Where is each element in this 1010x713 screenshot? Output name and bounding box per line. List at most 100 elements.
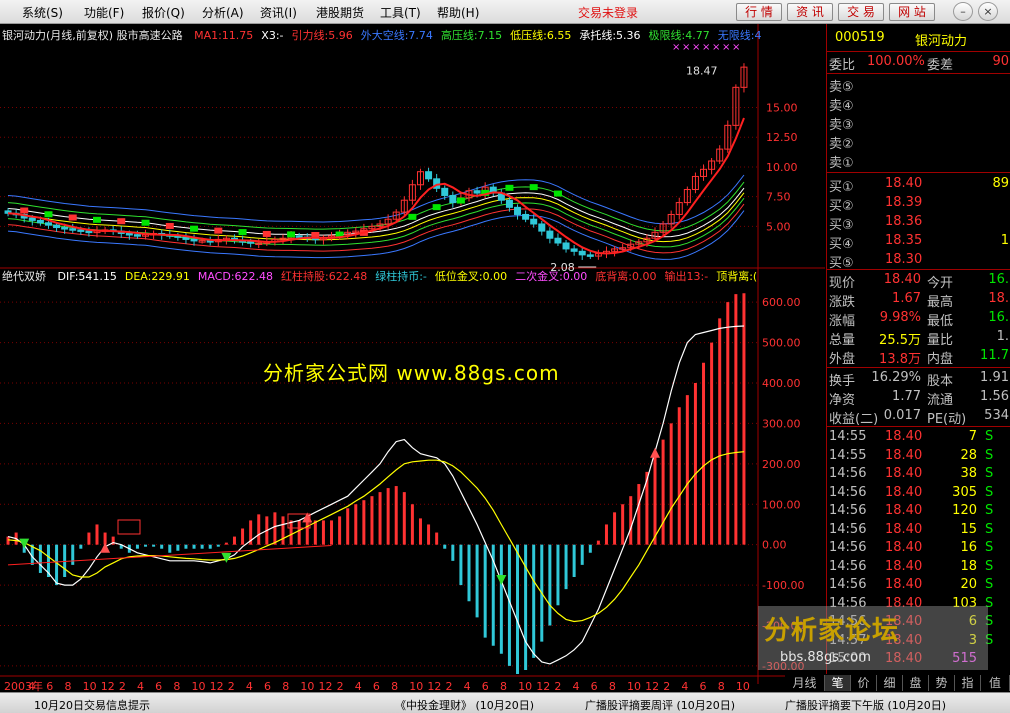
tick-price: 18.40 — [885, 429, 923, 444]
menu-analysis[interactable]: 分析(A) — [202, 4, 244, 21]
menu-function[interactable]: 功能(F) — [84, 4, 124, 21]
right-tab-3[interactable]: 细 — [877, 675, 903, 691]
signal-block — [190, 225, 199, 232]
right-tab-2[interactable]: 价 — [851, 675, 877, 691]
signal-block — [408, 213, 417, 220]
status-news-4[interactable]: 广播股评摘要下午版 (10月20日) — [785, 697, 946, 713]
status-news-3[interactable]: 广播股评摘要周评 (10月20日) — [585, 697, 735, 713]
menu-quote[interactable]: 报价(Q) — [142, 4, 185, 21]
tick-row: 14:55 18.40 7 S — [827, 429, 1010, 447]
tick-price: 18.40 — [885, 577, 923, 592]
menu-tools[interactable]: 工具(T) — [380, 4, 421, 21]
tick-row: 14:56 18.40 305 S — [827, 485, 1010, 503]
top-mark: × — [712, 42, 720, 53]
tick-time: 14:56 — [829, 540, 867, 555]
candle-body — [425, 171, 433, 180]
tick-price: 18.40 — [885, 521, 923, 537]
quote-panel: 000519 银河动力 委比 100.00% 委差 90 卖⑤ 卖④ 卖③ 卖② 卖① 买① 18.40… — [826, 24, 1010, 684]
fund-label: 流通 — [927, 393, 954, 408]
right-tab-5[interactable]: 势 — [929, 675, 955, 691]
minimize-icon[interactable]: – — [953, 2, 973, 21]
sell-level-row: 卖② — [827, 133, 1010, 152]
quote-value: 18. — [988, 291, 1009, 306]
quote-label: 最高 — [927, 295, 954, 310]
candle-body — [530, 218, 538, 225]
fund-value: 16.29% — [871, 370, 921, 385]
right-tab-6[interactable]: 指 — [955, 675, 981, 691]
tick-row: 14:56 18.40 120 S — [827, 503, 1010, 521]
right-tab-bar: 月线笔价细盘势指值 — [785, 674, 1010, 692]
menu-info[interactable]: 资讯(I) — [260, 4, 297, 21]
ma-band-line — [7, 174, 745, 225]
top-mark: × — [692, 42, 700, 53]
tick-volume: 7 — [968, 429, 977, 444]
macd-indicator-value-1: DEA:229.91 — [124, 270, 190, 283]
quote-label: 内盘 — [927, 352, 954, 367]
macd-indicator-header: 绝代双娇 DIF:541.15 DEA:229.91 MACD:622.48 红柱持股… — [2, 268, 757, 284]
candle-body — [133, 234, 141, 237]
tick-side: S — [985, 558, 994, 574]
candle-body — [538, 223, 546, 232]
candle-body — [449, 194, 457, 204]
signal-block — [505, 184, 514, 191]
candle-body — [44, 222, 52, 226]
forum-watermark: 分析家论坛 bbs.88gs.com — [758, 606, 988, 670]
right-tab-1[interactable]: 笔 — [825, 675, 851, 691]
right-tab-4[interactable]: 盘 — [903, 675, 929, 691]
macd-indicator-value-6: 二次金叉:0.00 — [515, 270, 588, 283]
signal-block — [165, 222, 174, 229]
quote-row: 涨跌 1.67 最高 18. — [827, 291, 1010, 310]
tick-time: 14:56 — [829, 558, 867, 574]
menu-system[interactable]: 系统(S) — [22, 4, 63, 21]
price-indicator-value-6: 承托线:5.36 — [579, 29, 641, 42]
status-news-2[interactable]: 《中投金理财》 (10月20日) — [395, 697, 534, 713]
tick-side: S — [985, 540, 994, 555]
news-button[interactable]: 资 讯 — [787, 3, 833, 21]
macd-indicator-value-9: 顶背离:( — [716, 270, 758, 283]
forum-watermark-url: bbs.88gs.com — [780, 650, 871, 665]
status-news-1[interactable]: 10月20日交易信息提示 — [34, 697, 150, 713]
trade-button[interactable]: 交 易 — [838, 3, 884, 21]
price-indicator-value-1: X3:- — [261, 29, 284, 42]
top-mark: × — [672, 42, 680, 53]
weicha-value: 90 — [992, 54, 1009, 69]
sell-signal-arrow — [221, 552, 232, 563]
quote-value: 25.5万 — [879, 333, 921, 348]
tick-volume: 16 — [960, 540, 977, 555]
quote-label: 量比 — [927, 333, 954, 348]
website-button[interactable]: 网 站 — [889, 3, 935, 21]
macd-indicator-value-5: 低位金叉:0.00 — [434, 270, 508, 283]
fund-value: 1.77 — [892, 389, 921, 404]
signal-block — [262, 230, 271, 237]
stock-code: 000519 — [835, 30, 885, 45]
buy-level-price: 18.40 — [885, 176, 923, 191]
chart-area[interactable]: 15.00 12.50 10.00 7.50 5.00 600.00 500.00 400.0… — [0, 24, 825, 713]
menu-help[interactable]: 帮助(H) — [437, 4, 479, 21]
tick-price: 18.40 — [885, 466, 923, 481]
macd-axis-label: 400.00 — [762, 377, 801, 390]
buy-level-price: 18.35 — [885, 233, 923, 248]
close-icon[interactable]: × — [978, 2, 998, 21]
menu-hk-futures[interactable]: 港股期货 — [316, 4, 364, 21]
login-status: 交易未登录 — [578, 6, 639, 20]
signal-box — [117, 519, 141, 535]
candle-body — [546, 230, 554, 239]
quote-value: 11.7 — [980, 348, 1009, 363]
price-indicator-value-4: 高压线:7.15 — [440, 29, 503, 42]
price-axis-label: 7.50 — [766, 191, 791, 204]
fund-value: 0.017 — [883, 408, 921, 423]
market-button[interactable]: 行 情 — [736, 3, 782, 21]
stock-title: 000519 银河动力 — [827, 30, 1010, 49]
tick-volume: 18 — [960, 558, 977, 574]
right-tab-7[interactable]: 值 — [981, 675, 1010, 691]
buy-level-row: 买④ 18.35 1 — [827, 233, 1010, 252]
fundamental-row: 收益(二) 0.017 PE(动) 534 — [827, 408, 1010, 427]
right-tab-0[interactable]: 月线 — [785, 675, 825, 691]
tick-time: 14:56 — [829, 521, 867, 537]
candle-body — [53, 224, 61, 229]
macd-indicator-value-2: MACD:622.48 — [197, 270, 274, 283]
quote-label: 今开 — [927, 276, 954, 291]
tick-time: 14:56 — [829, 577, 867, 592]
buy-level-row: 买① 18.40 89 — [827, 176, 1010, 195]
price-indicator-value-8: 无限线:4 — [717, 29, 762, 42]
